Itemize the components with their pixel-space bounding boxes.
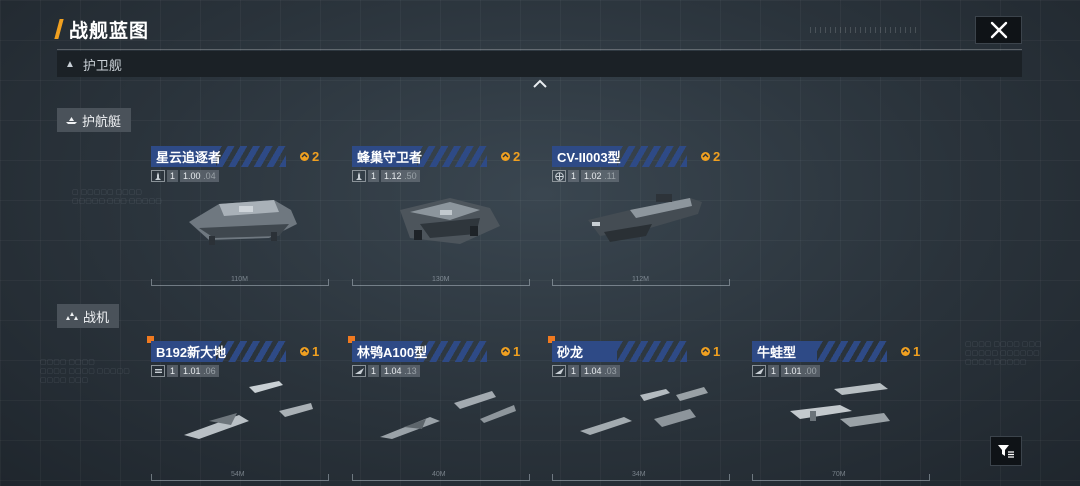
card-name: 林鸮A100型: [357, 345, 428, 360]
bomber-icon: [151, 365, 165, 377]
page-title: 战舰蓝图: [69, 20, 150, 42]
blueprint-card[interactable]: 牛蛙型 1 1 1.01 .00 70M: [752, 341, 930, 481]
blueprint-card[interactable]: B192新大地 1 1 1.01 .06 54M: [147, 336, 329, 481]
card-header: CV-II003型: [552, 146, 687, 167]
ship-class-filter[interactable]: ▲ 护卫舰: [57, 51, 1022, 77]
card-header: 星云追逐者: [151, 146, 286, 167]
blueprint-badge-icon: [701, 152, 710, 161]
length-ruler: 112M: [552, 276, 730, 286]
card-name: 星云追逐者: [156, 150, 222, 165]
level-value: 1: [167, 365, 179, 377]
blueprint-badge-icon: [501, 347, 510, 356]
card-header: 蜂巢守卫者: [352, 146, 487, 167]
category-label: 护航艇: [82, 113, 122, 129]
card-header: 砂龙: [552, 341, 687, 362]
triangle-up-icon: ▲: [65, 58, 75, 70]
blueprint-decoration: ▢▢▢▢ ▢▢▢▢ ▢▢▢▢ ▢▢▢▢ ▢▢▢▢▢ ▢▢▢▢ ▢▢▢: [40, 359, 130, 384]
card-badge: 1: [500, 344, 520, 359]
filter-sort-button[interactable]: [990, 436, 1022, 466]
length-ruler: 130M: [352, 276, 530, 286]
fighter-icon: [752, 365, 766, 377]
ship-length: 70M: [832, 471, 846, 478]
level-value: 1: [368, 365, 380, 377]
title-accent-mark: [54, 19, 64, 39]
card-header: B192新大地: [151, 341, 286, 362]
ship-length: 34M: [632, 471, 646, 478]
card-badge: 2: [700, 149, 720, 164]
blueprint-card[interactable]: 砂龙 1 1 1.04 .03 34M: [548, 336, 730, 481]
ship-model-image: [189, 200, 297, 245]
blueprint-badge-icon: [300, 347, 309, 356]
card-name: 蜂巢守卫者: [357, 150, 423, 165]
badge-count: 2: [513, 149, 521, 164]
length-ruler: 34M: [552, 471, 730, 481]
card-badge: 1: [900, 344, 920, 359]
level-value: 1: [167, 170, 179, 182]
header-divider: [57, 49, 1022, 50]
length-ruler: 110M: [151, 276, 329, 286]
card-header: 林鸮A100型: [352, 341, 487, 362]
level-value: 1: [568, 365, 580, 377]
fighter-squad-icon: [66, 312, 78, 320]
filter-label: 护卫舰: [82, 57, 122, 73]
blueprint-badge-icon: [901, 347, 910, 356]
card-name: 砂龙: [557, 345, 584, 360]
filter-sort-icon: [998, 445, 1014, 458]
card-name: CV-II003型: [557, 150, 621, 165]
ship-model-image: [790, 383, 890, 427]
badge-count: 2: [713, 149, 721, 164]
badge-count: 1: [312, 344, 320, 359]
close-icon: [990, 21, 1007, 39]
ship-model-image: [400, 198, 500, 244]
blueprint-badge-icon: [300, 152, 309, 161]
card-badge: 1: [299, 344, 319, 359]
length-ruler: 54M: [151, 471, 329, 481]
ship-model-image: [580, 387, 708, 435]
category-label: 战机: [83, 309, 110, 325]
badge-count: 1: [713, 344, 721, 359]
blueprint-decoration: ▢ ▢▢▢▢▢ ▢▢▢▢ ▢▢▢▢▢ ▢▢▢ ▢▢▢▢▢: [72, 189, 162, 205]
blueprint-badge-icon: [501, 152, 510, 161]
ship-length: 130M: [432, 276, 450, 283]
chevron-up-icon[interactable]: [531, 78, 549, 90]
length-ruler: 40M: [352, 471, 530, 481]
level-value: 1: [768, 365, 780, 377]
card-badge: 2: [500, 149, 520, 164]
close-button[interactable]: [975, 16, 1022, 44]
blueprint-card[interactable]: CV-II003型 2 1 1.02 .11 112M: [552, 146, 730, 286]
ship-model-image: [380, 391, 516, 439]
escort-boat-icon: [66, 117, 77, 124]
badge-count: 1: [913, 344, 921, 359]
badge-count: 1: [513, 344, 521, 359]
ship-length: 112M: [632, 276, 649, 283]
ship-model-image: [588, 194, 702, 242]
page-header: 战舰蓝图: [54, 16, 150, 42]
category-tag-escort[interactable]: 护航艇: [57, 108, 132, 132]
level-value: 1: [368, 170, 380, 182]
fighter-icon: [352, 365, 366, 377]
length-ruler: 70M: [752, 471, 930, 481]
missile-icon: [151, 170, 165, 182]
globe-icon: [552, 170, 566, 182]
card-badge: 2: [299, 149, 319, 164]
ship-length: 110M: [231, 276, 248, 283]
blueprint-card[interactable]: 星云追逐者 2 1 1.00 .04 110M: [151, 146, 329, 286]
blueprint-badge-icon: [701, 347, 710, 356]
blueprint-card[interactable]: 林鸮A100型 1 1 1.04 .13 40M: [348, 336, 530, 481]
card-badge: 1: [700, 344, 720, 359]
category-tag-fighter[interactable]: 战机: [57, 304, 120, 328]
badge-count: 2: [312, 149, 320, 164]
card-name: B192新大地: [156, 345, 227, 360]
ship-length: 40M: [432, 471, 446, 478]
card-name: 牛蛙型: [757, 345, 797, 360]
card-header: 牛蛙型: [752, 341, 887, 362]
blueprint-card[interactable]: 蜂巢守卫者 2 1 1.12 .50 130M: [352, 146, 530, 286]
fighter-icon: [552, 365, 566, 377]
missile-icon: [352, 170, 366, 182]
ship-length: 54M: [231, 471, 245, 478]
blueprint-decoration: ▢▢▢▢ ▢▢▢▢ ▢▢▢ ▢▢▢▢▢ ▢▢▢▢▢▢ ▢▢▢▢ ▢▢▢▢▢: [965, 341, 1042, 366]
level-value: 1: [568, 170, 580, 182]
ship-model-image: [184, 381, 313, 439]
header-tick-decoration: [810, 27, 920, 33]
